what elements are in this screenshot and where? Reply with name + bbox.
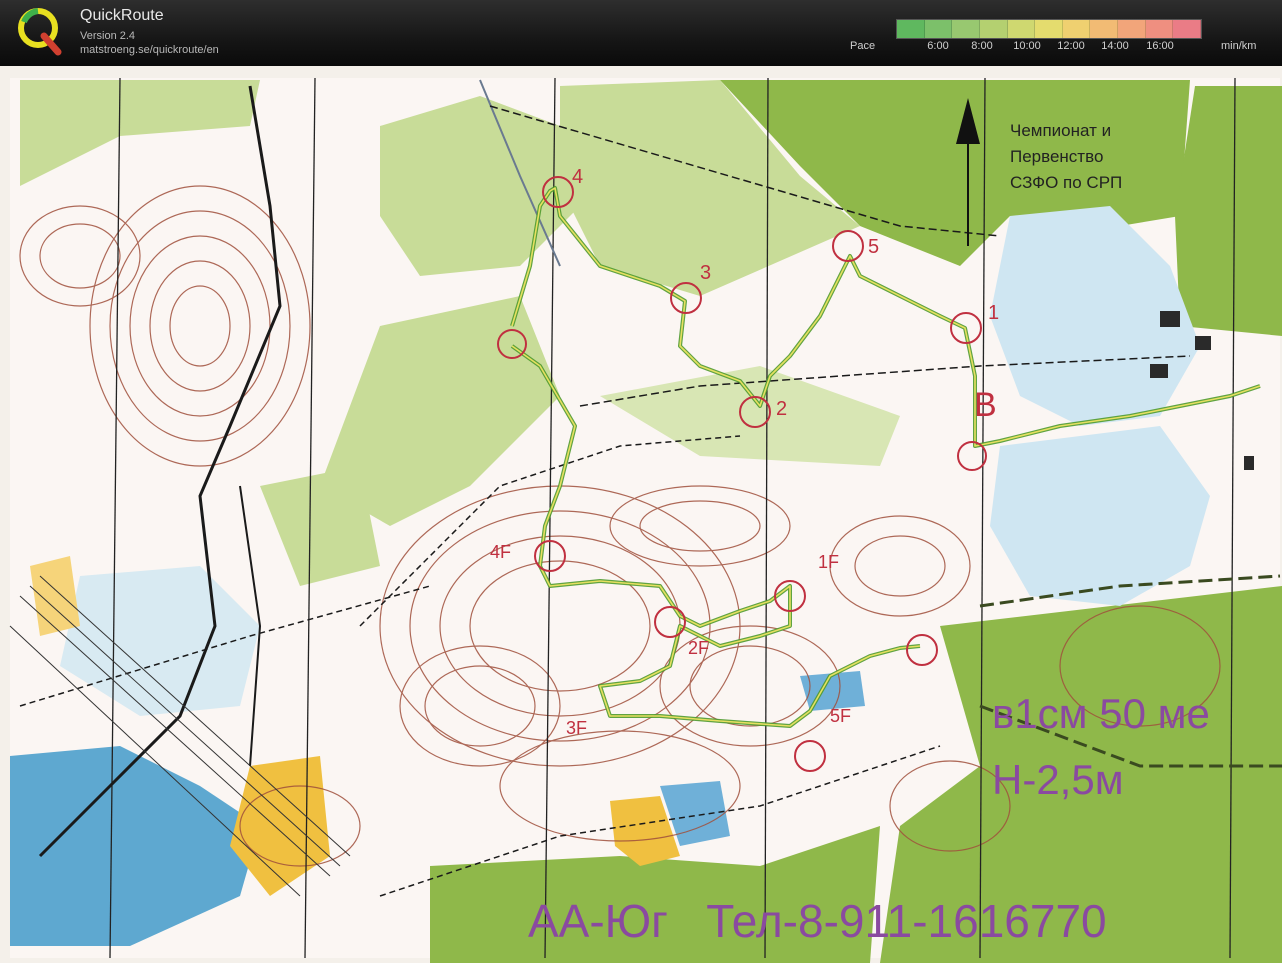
control-number-4: 4 [572, 166, 584, 188]
scale-text: в1см 50 ме [992, 690, 1210, 737]
app-header: QuickRoute Version 2.4 matstroeng.se/qui… [0, 0, 1282, 66]
pace-label: Pace [850, 40, 876, 52]
map-footer-text: АА-Юг Тел-8-911-1616770 [528, 895, 1107, 947]
event-title: Чемпионат и Первенство СЗФО по СРП [1010, 118, 1122, 196]
app-title: QuickRoute [80, 7, 164, 24]
pace-tick: 6:00 [927, 40, 949, 52]
event-title-line: Чемпионат и [1010, 121, 1112, 140]
pace-color-segment [979, 20, 1008, 38]
lower-course-label: 3F [566, 718, 588, 738]
pace-color-segment [1035, 20, 1063, 38]
finish-label: B [974, 386, 997, 424]
orienteering-map[interactable]: 4 3 5 1 2 B 1F 2F 3F 4F 5F Чемпионат и П… [0, 66, 1282, 963]
event-title-line: СЗФО по СРП [1010, 173, 1123, 192]
pace-tick: 12:00 [1057, 40, 1085, 52]
pace-color-segment [924, 20, 953, 38]
pace-color-segment [1118, 20, 1146, 38]
lower-course-label: 1F [818, 552, 840, 572]
event-title-line: Первенство [1010, 147, 1104, 166]
pace-color-segment [1090, 20, 1119, 38]
control-number-5: 5 [868, 236, 880, 258]
pace-color-segment [1007, 20, 1036, 38]
pace-tick: 8:00 [971, 40, 993, 52]
app-version: Version 2.4 [80, 30, 136, 42]
pace-tick: 10:00 [1013, 40, 1041, 52]
quickroute-logo-icon [18, 8, 62, 56]
lower-course-label: 2F [688, 638, 710, 658]
pace-color-segment [897, 20, 925, 38]
contour-interval-text: Н-2,5м [992, 756, 1124, 803]
pace-color-segment [1062, 20, 1091, 38]
pace-color-scale [896, 19, 1202, 39]
pace-color-segment [1173, 20, 1202, 38]
control-number-3: 3 [700, 262, 712, 284]
app-url[interactable]: matstroeng.se/quickroute/en [80, 44, 219, 56]
dark-green-area [1175, 86, 1282, 336]
pace-tick: 14:00 [1101, 40, 1129, 52]
pace-unit: min/km [1221, 40, 1257, 52]
pace-color-segment [1145, 20, 1174, 38]
pace-color-segment [952, 20, 980, 38]
lower-course-label: 5F [830, 706, 852, 726]
pace-tick: 16:00 [1146, 40, 1174, 52]
control-number-2: 2 [776, 398, 788, 420]
map-canvas [9, 77, 1282, 963]
control-number-1: 1 [988, 302, 1000, 324]
lower-course-label: 4F [490, 542, 512, 562]
